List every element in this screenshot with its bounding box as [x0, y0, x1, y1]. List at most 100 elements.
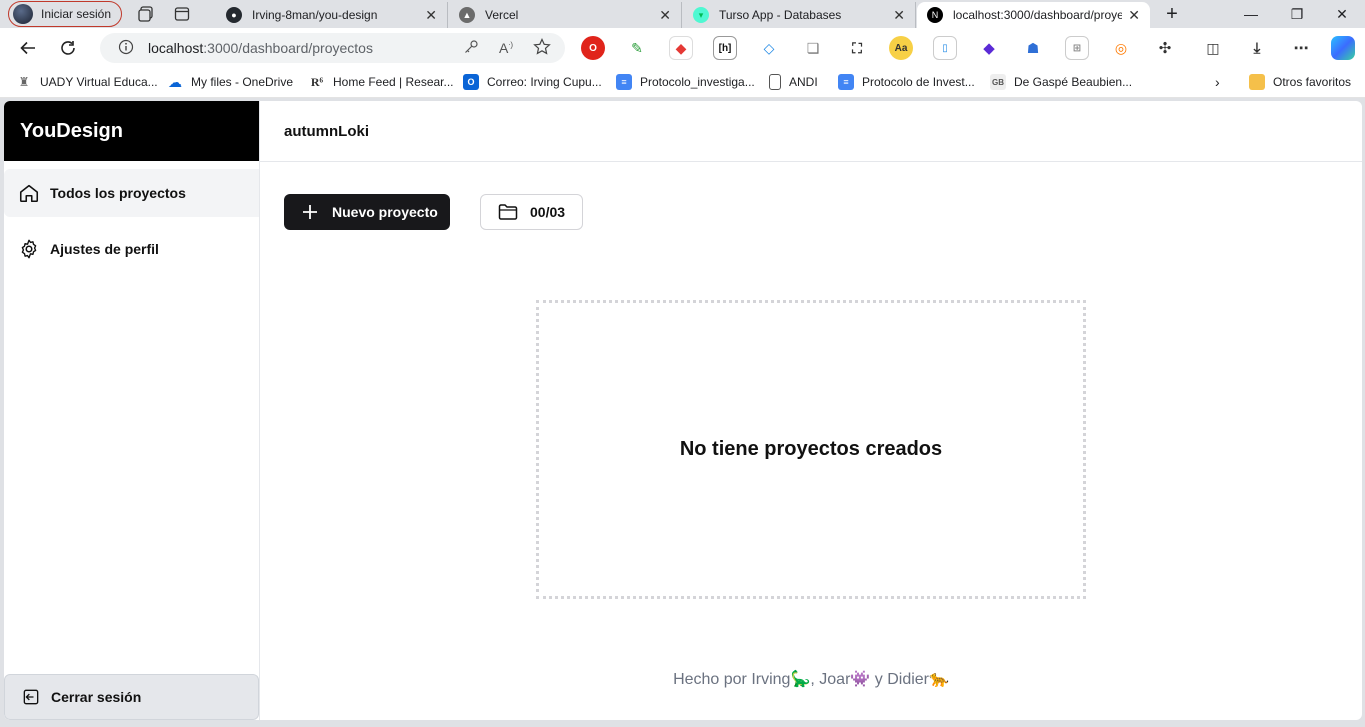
vercel-icon: ▲ — [459, 7, 475, 23]
reload-button[interactable] — [52, 32, 84, 64]
address-bar[interactable]: localhost:3000/dashboard/proyectos Aᐧ) — [100, 33, 565, 63]
footer-connector: y Didier — [870, 671, 929, 688]
window-close-button[interactable]: ✕ — [1319, 0, 1365, 28]
project-count: 00/03 — [530, 204, 566, 220]
workspaces-icon[interactable] — [134, 2, 158, 26]
tab-localhost[interactable]: N localhost:3000/dashboard/proyectos ✕ — [917, 2, 1150, 28]
bookmark-outlook[interactable]: O Correo: Irving Cupu... — [463, 74, 602, 90]
bookmark-other-folder[interactable]: Otros favoritos — [1249, 74, 1351, 90]
folder-icon — [498, 204, 518, 220]
reload-icon — [61, 41, 75, 55]
dinosaur-emoji: 🦕 — [790, 671, 811, 688]
empty-message: No tiene proyectos creados — [679, 438, 943, 460]
profile-label: Iniciar sesión — [41, 7, 112, 21]
more-menu-icon[interactable]: ⋯ — [1289, 36, 1313, 60]
browser-toolbar: localhost:3000/dashboard/proyectos Aᐧ) O… — [0, 28, 1365, 68]
bookmark-label: Protocolo de Invest... — [862, 75, 975, 89]
sidebar-item-label: Todos los proyectos — [50, 185, 186, 201]
close-icon[interactable]: ✕ — [1128, 7, 1140, 24]
extensions-icon[interactable]: ✣ — [1153, 36, 1177, 60]
read-aloud-icon[interactable]: Aᐧ) — [499, 40, 513, 56]
tab-title: Irving-8man/you-design — [252, 8, 378, 22]
footer-prefix: Hecho por Irving — [673, 671, 791, 688]
tab-github[interactable]: ● Irving-8man/you-design ✕ — [216, 2, 448, 28]
docs-icon: ≡ — [616, 74, 632, 90]
bookmark-label: Home Feed | Resear... — [333, 75, 454, 89]
downloads-icon[interactable]: ⤓ — [1245, 36, 1269, 60]
folder-icon — [1249, 74, 1265, 90]
username: autumnLoki — [284, 122, 369, 140]
copilot-icon[interactable] — [1331, 36, 1355, 60]
logout-button[interactable]: Cerrar sesión — [4, 674, 259, 720]
close-icon[interactable]: ✕ — [425, 7, 437, 24]
key-icon[interactable] — [463, 39, 479, 58]
chevron-right-icon[interactable]: › — [1215, 74, 1220, 90]
nextjs-icon: N — [927, 7, 943, 23]
plus-icon — [303, 205, 317, 219]
uady-icon: ♜ — [16, 74, 32, 90]
brand-logo[interactable]: YouDesign — [4, 101, 259, 161]
split-screen-icon[interactable]: ◫ — [1201, 36, 1225, 60]
project-counter: 00/03 — [480, 194, 583, 230]
pen-ext-icon[interactable]: ✎ — [625, 36, 649, 60]
code-ext-icon[interactable]: ◇ — [757, 36, 781, 60]
tab-title: Vercel — [485, 8, 519, 22]
dictionary-ext-icon[interactable]: Aa — [889, 36, 913, 60]
logout-icon — [23, 689, 39, 705]
opera-ext-icon[interactable]: O — [581, 36, 605, 60]
tab-turso[interactable]: ▾ Turso App - Databases ✕ — [683, 2, 916, 28]
footer-middle: , Joar — [810, 671, 851, 688]
top-bar: autumnLoki — [260, 101, 1362, 162]
search-ext-icon[interactable]: ◎ — [1109, 36, 1133, 60]
bookmark-label: Correo: Irving Cupu... — [487, 75, 602, 89]
bookmark-protocolo-1[interactable]: ≡ Protocolo_investiga... — [616, 74, 755, 90]
favorite-star-icon[interactable] — [533, 37, 551, 59]
close-icon[interactable]: ✕ — [893, 7, 905, 24]
sidebar-item-profile-settings[interactable]: Ajustes de perfil — [4, 225, 259, 273]
copy-ext-icon[interactable]: ❏ — [801, 36, 825, 60]
diamond-ext-icon[interactable]: ◆ — [977, 36, 1001, 60]
sidebar: YouDesign Todos los proyectos Ajustes de… — [4, 101, 260, 720]
bookmark-andi[interactable]: ANDI — [769, 74, 818, 90]
page-icon — [769, 74, 781, 90]
bookmark-degaspe[interactable]: GB De Gaspé Beaubien... — [990, 74, 1132, 90]
turso-icon: ▾ — [693, 7, 709, 23]
outlook-icon: O — [463, 74, 479, 90]
new-project-button[interactable]: Nuevo proyecto — [284, 194, 450, 230]
restore-button[interactable]: ❐ — [1274, 0, 1320, 28]
new-project-label: Nuevo proyecto — [332, 204, 438, 220]
profile-button[interactable]: Iniciar sesión — [8, 1, 123, 27]
user-ext-icon[interactable]: ☗ — [1021, 36, 1045, 60]
tab-title: Turso App - Databases — [719, 8, 842, 22]
tab-actions-icon[interactable] — [170, 2, 194, 26]
sidebar-item-projects[interactable]: Todos los proyectos — [4, 169, 259, 217]
bookmark-uady[interactable]: ♜ UADY Virtual Educa... — [16, 74, 158, 90]
bookmark-label: My files - OneDrive — [191, 75, 294, 89]
bookmarks-bar: ♜ UADY Virtual Educa... ☁ My files - One… — [0, 68, 1365, 98]
bookmark-protocolo-2[interactable]: ≡ Protocolo de Invest... — [838, 74, 975, 90]
shield-ext-icon[interactable]: ◆ — [669, 36, 693, 60]
grid-ext-icon[interactable]: ⊞ — [1065, 36, 1089, 60]
onedrive-icon: ☁ — [167, 73, 183, 90]
back-arrow-icon — [20, 41, 35, 55]
bookmark-onedrive[interactable]: ☁ My files - OneDrive — [167, 74, 293, 90]
web-ext-icon[interactable]: [h] — [713, 36, 737, 60]
bookmark-researchgate[interactable]: R⁶ Home Feed | Resear... — [309, 74, 454, 90]
new-tab-button[interactable]: + — [1150, 0, 1194, 28]
footer-credits: Hecho por Irving🦕, Joar👾 y Didier🐆 — [260, 669, 1362, 689]
tab-vercel[interactable]: ▲ Vercel ✕ — [449, 2, 682, 28]
url-path: :3000/dashboard/proyectos — [203, 40, 373, 56]
main-content: autumnLoki Nuevo proyecto 00/03 No tiene… — [260, 101, 1362, 720]
screenshot-ext-icon[interactable]: ⛶ — [845, 36, 869, 60]
url-host: localhost — [148, 40, 204, 56]
close-icon[interactable]: ✕ — [659, 7, 671, 24]
researchgate-icon: R⁶ — [309, 74, 325, 90]
gb-icon: GB — [990, 74, 1006, 90]
back-button[interactable] — [12, 32, 44, 64]
bookmark-label: ANDI — [789, 75, 818, 89]
logout-label: Cerrar sesión — [51, 689, 142, 705]
leopard-emoji: 🐆 — [929, 671, 949, 688]
info-icon[interactable] — [118, 39, 134, 58]
minimize-button[interactable]: — — [1228, 0, 1274, 28]
device-ext-icon[interactable]: ▯ — [933, 36, 957, 60]
